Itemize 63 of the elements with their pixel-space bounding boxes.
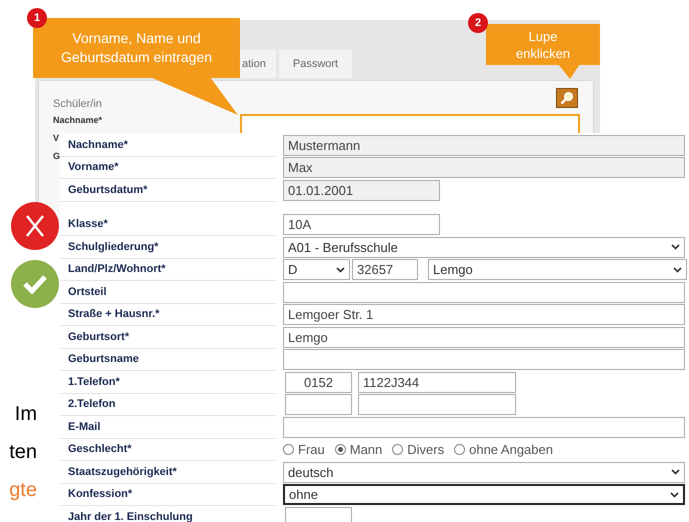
dropdown[interactable]: D: [283, 259, 350, 280]
input-field[interactable]: 32657: [352, 259, 418, 280]
radio-label: Frau: [298, 441, 325, 459]
section-title: Schüler/in: [53, 97, 102, 112]
radio-label: Mann: [350, 441, 382, 459]
input-field[interactable]: [358, 394, 516, 416]
input-field[interactable]: Mustermann: [283, 134, 685, 156]
field-label: Jahr der 1. Einschulung: [68, 510, 193, 522]
text-fragment: gte: [9, 478, 37, 503]
input-field[interactable]: Lemgoer Str. 1: [283, 304, 685, 326]
input-field[interactable]: [285, 506, 352, 522]
field-label: Geburtsname: [68, 352, 139, 367]
radio-button[interactable]: [454, 444, 466, 456]
step-badge: 1: [27, 8, 47, 28]
field-label: Nachname*: [68, 138, 128, 152]
dropdown[interactable]: A01 - Berufsschule: [283, 236, 685, 258]
input-field[interactable]: Max: [283, 157, 685, 178]
field-label: E-Mail: [68, 420, 100, 434]
field-label: Klasse*: [68, 217, 108, 232]
radio-button[interactable]: [334, 444, 346, 456]
chevron-down-icon: [673, 266, 682, 273]
field-label: V: [53, 132, 60, 144]
text-fragment: ten: [9, 440, 37, 465]
chevron-down-icon: [671, 244, 680, 250]
text-fragment: Im: [14, 402, 37, 427]
field-label: Straße + Hausnr.*: [68, 307, 160, 322]
field-label: G: [53, 150, 62, 162]
field-label: Vorname*: [68, 160, 119, 175]
highlighted-input[interactable]: [240, 114, 580, 133]
field-label: Geburtsort*: [68, 330, 130, 344]
input-field[interactable]: 1122J344: [358, 372, 516, 393]
input-field[interactable]: 0152: [285, 372, 352, 393]
field-label: Geschlecht*: [68, 442, 132, 457]
input-field[interactable]: [285, 394, 352, 416]
input-field[interactable]: [283, 349, 685, 370]
tab[interactable]: Passwort: [278, 50, 352, 78]
radio-label: ohne Angaben: [469, 441, 553, 459]
field-label: Schulgliederung*: [68, 240, 158, 254]
chevron-down-icon: [670, 492, 679, 498]
radio-button[interactable]: [283, 444, 294, 456]
field-label: 2.Telefon: [68, 397, 116, 412]
dropdown[interactable]: deutsch: [283, 462, 685, 483]
field-label: Konfession*: [68, 487, 132, 502]
input-field[interactable]: [283, 282, 685, 303]
dropdown[interactable]: ohne: [283, 484, 685, 506]
field-label: Nachname*: [53, 114, 102, 126]
input-field[interactable]: 10A: [283, 214, 440, 236]
search-button[interactable]: [556, 88, 578, 108]
dropdown[interactable]: Lemgo: [428, 259, 687, 280]
step-badge: 2: [468, 13, 488, 33]
field-label: Ortsteil: [68, 284, 107, 300]
field-label: Geburtsdatum*: [68, 182, 148, 198]
field-label: Land/Plz/Wohnort*: [68, 262, 166, 277]
radio-button[interactable]: [392, 444, 404, 456]
radio-label: Divers: [407, 441, 444, 459]
input-field[interactable]: Lemgo: [283, 326, 685, 348]
input-field[interactable]: [283, 416, 685, 438]
input-field[interactable]: 01.01.2001: [283, 180, 440, 201]
field-label: Staatszugehörigkeit*: [68, 464, 177, 480]
search-icon: [560, 91, 574, 105]
field-label: 1.Telefon*: [68, 374, 120, 390]
chevron-down-icon: [671, 469, 680, 476]
chevron-down-icon: [336, 266, 345, 273]
